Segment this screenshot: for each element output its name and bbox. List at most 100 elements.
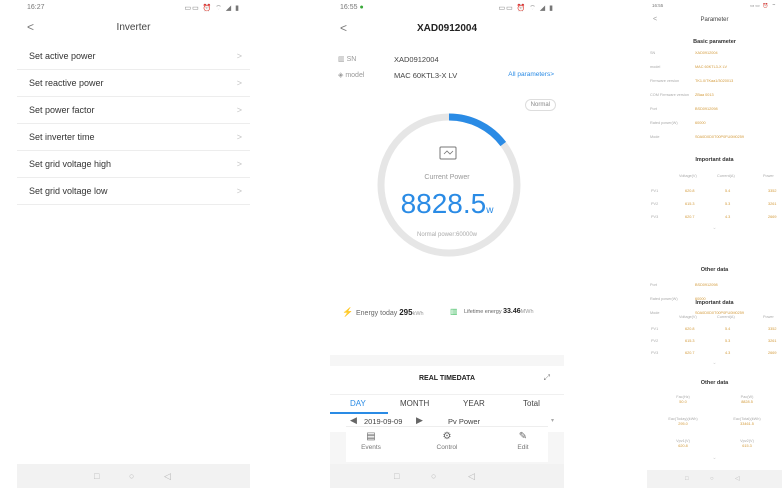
edit-label: Edit xyxy=(517,444,529,451)
chevron-right-icon: > xyxy=(236,159,242,169)
chevron-right-icon: > xyxy=(236,51,242,61)
home-icon[interactable]: ○ xyxy=(129,471,134,481)
nav-back-icon[interactable]: ◁ xyxy=(735,474,740,484)
control-button[interactable]: ⚙ Control xyxy=(422,431,472,451)
grid-val: 615.3 xyxy=(742,444,752,448)
edit-button[interactable]: ✎ Edit xyxy=(498,431,548,451)
all-parameters-link[interactable]: All parameters> xyxy=(508,71,554,78)
param-value: BSD0912098 xyxy=(695,107,718,111)
expand-icon[interactable]: ⤢ xyxy=(544,373,550,383)
grid-value: Eac(Total)(kWh) 33461.5 xyxy=(727,417,767,427)
row-voltage: 615.3 xyxy=(685,339,695,343)
other-data-heading: Other data xyxy=(700,267,729,273)
status-bar: 16:27 ▭▭ ⏰ ⌔ ◢ ▮ xyxy=(27,4,240,16)
chevron-down-icon[interactable]: ⌄ xyxy=(647,455,782,461)
nav-back-icon[interactable]: ◁ xyxy=(468,471,475,481)
lifetime-label: Lifetime energy xyxy=(464,309,502,315)
row-current: 4.3 xyxy=(725,215,731,219)
row-voltage: 615.3 xyxy=(685,202,695,206)
menu-item-set-grid-voltage-low[interactable]: Set grid voltage low > xyxy=(17,178,250,205)
param-key: Port xyxy=(650,107,657,111)
page-title: Parameter xyxy=(700,17,729,23)
row-current: 5.3 xyxy=(725,202,731,206)
status-time: 16:27 xyxy=(27,4,45,11)
chevron-right-icon: > xyxy=(236,132,242,142)
recents-icon[interactable]: □ xyxy=(685,474,689,484)
home-icon[interactable]: ○ xyxy=(431,471,436,481)
tab-year[interactable]: YEAR xyxy=(463,399,485,408)
grid-value: Eac(Today)(kWh) 295.0 xyxy=(663,417,703,427)
date-value[interactable]: 2019-09-09 xyxy=(364,417,402,426)
menu-item-set-reactive-power[interactable]: Set reactive power > xyxy=(17,70,250,97)
settings-menu: Set active power > Set reactive power > … xyxy=(17,43,250,205)
status-time: 16:55 xyxy=(340,4,358,11)
chevron-down-icon: ▾ xyxy=(550,418,554,424)
param-value: BSD0912098 xyxy=(695,283,718,287)
param-row: SN XAD0912004 xyxy=(647,49,782,58)
param-value: 60000 xyxy=(695,121,706,125)
series-select[interactable]: Pv Power xyxy=(448,417,480,426)
table-row: PV3 620.7 4.3 2669 xyxy=(647,349,782,358)
current-power-unit: w xyxy=(486,205,494,216)
system-nav-bar: □ ○ ◁ xyxy=(330,464,564,488)
tab-total[interactable]: Total xyxy=(523,399,540,408)
row-power: 3352 xyxy=(768,189,777,193)
sn-label: SN xyxy=(346,56,357,63)
status-bar: 16:55 ▭▭ ⏰ ⌔ xyxy=(652,3,777,15)
page-title: Inverter xyxy=(116,22,151,33)
tab-month[interactable]: MONTH xyxy=(400,399,429,408)
next-date-icon[interactable]: ▶ xyxy=(416,415,423,426)
row-name: PV3 xyxy=(651,215,659,219)
param-value: MAC 60KTL3-X LV xyxy=(695,65,728,69)
recents-icon[interactable]: □ xyxy=(394,471,399,481)
prev-date-icon[interactable]: ◀ xyxy=(350,415,357,426)
recents-icon[interactable]: □ xyxy=(94,471,99,481)
events-label: Events xyxy=(361,444,381,451)
energy-today-unit: kWh xyxy=(412,311,424,317)
current-power-label: Current Power xyxy=(424,174,470,181)
current-power-number: 8828.5 xyxy=(400,188,487,219)
events-button[interactable]: ▤ Events xyxy=(346,431,396,451)
col-voltage: Voltage(V) xyxy=(679,174,697,178)
param-key: Port xyxy=(650,283,657,287)
menu-item-label: Set inverter time xyxy=(29,132,95,142)
chevron-down-icon[interactable]: ⌄ xyxy=(647,225,782,231)
grid-value: Pac(W) 8828.5 xyxy=(727,395,767,405)
row-voltage: 620.8 xyxy=(685,327,695,331)
nav-back-icon[interactable]: ◁ xyxy=(164,471,171,481)
grid-value: Vpv1(V) 620.8 xyxy=(663,439,703,449)
important-data-heading: Important data xyxy=(695,157,734,163)
sn-value: XAD0912004 xyxy=(394,55,439,64)
row-current: 4.3 xyxy=(725,351,731,355)
barcode-icon: ▥ xyxy=(338,56,347,63)
param-row: Firmware version TK1.0/TKaa1/3020013 xyxy=(647,77,782,86)
menu-item-set-active-power[interactable]: Set active power > xyxy=(17,43,250,70)
realtime-header: REAL TIMEDATA ⤢ xyxy=(330,366,564,394)
inverter-settings-screen: 16:27 ▭▭ ⏰ ⌔ ◢ ▮ < Inverter Set active p… xyxy=(17,0,250,488)
menu-item-label: Set grid voltage high xyxy=(29,159,112,169)
param-row: Port BSD0912098 xyxy=(647,281,782,290)
home-icon[interactable]: ○ xyxy=(710,474,714,484)
col-voltage: Voltage(V) xyxy=(679,315,697,319)
grid-val: 33461.5 xyxy=(740,422,754,426)
row-name: PV1 xyxy=(651,189,659,193)
energy-today-value: 295 xyxy=(399,308,413,317)
tab-day[interactable]: DAY xyxy=(350,399,366,408)
normal-power: Normal power:60000w xyxy=(416,232,478,238)
status-time: 16:55 xyxy=(652,3,664,8)
lifetime-unit: MWh xyxy=(520,309,534,315)
menu-item-set-inverter-time[interactable]: Set inverter time > xyxy=(17,124,250,151)
grid-value: Vpv2(V) 615.3 xyxy=(727,439,767,449)
row-current: 5.4 xyxy=(725,327,731,331)
grid-val: 8828.5 xyxy=(741,400,753,404)
lifetime-energy: Lifetime energy 33.46MWh xyxy=(464,308,534,315)
bottom-toolbar: ▤ Events ⚙ Control ✎ Edit xyxy=(346,426,548,462)
basic-parameter-heading: Basic parameter xyxy=(693,39,736,45)
row-name: PV2 xyxy=(651,339,659,343)
menu-item-label: Set reactive power xyxy=(29,78,104,88)
table-row: PV1 620.8 5.4 3352 xyxy=(647,187,782,196)
chevron-down-icon[interactable]: ⌄ xyxy=(647,360,782,366)
menu-item-set-grid-voltage-high[interactable]: Set grid voltage high > xyxy=(17,151,250,178)
model-value: MAC 60KTL3-X LV xyxy=(394,71,458,80)
menu-item-set-power-factor[interactable]: Set power factor > xyxy=(17,97,250,124)
